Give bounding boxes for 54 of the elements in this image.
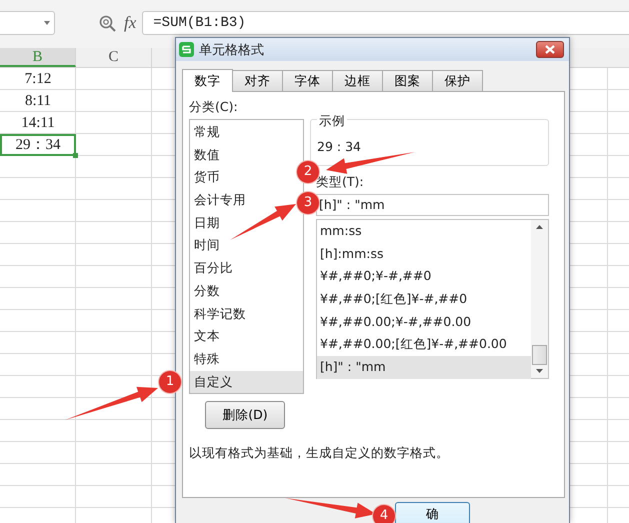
sample-label: 示例 xyxy=(317,113,347,130)
format-item[interactable]: [h]:mm:ss xyxy=(317,242,531,266)
dropdown-icon[interactable] xyxy=(44,21,50,25)
category-item[interactable]: 会计专用 xyxy=(190,189,248,212)
category-item[interactable]: 货币 xyxy=(190,166,222,190)
table-cell-text: 8:11 xyxy=(24,92,52,111)
category-item[interactable]: 文本 xyxy=(190,325,222,348)
category-item[interactable]: 分数 xyxy=(190,280,222,302)
tab[interactable]: 对齐 xyxy=(232,70,283,91)
app-logo-icon xyxy=(179,42,194,57)
close-button[interactable] xyxy=(536,41,564,58)
arrow xyxy=(230,204,296,240)
ok-button[interactable]: 确 xyxy=(395,502,470,523)
tab[interactable]: 保护 xyxy=(432,70,483,91)
close-icon[interactable] xyxy=(545,45,555,54)
description-text: 以现有格式为基础，生成自定义的数字格式。 xyxy=(189,445,450,462)
category-item[interactable]: 科学记数 xyxy=(190,302,248,326)
table-cell-text: 7:12 xyxy=(24,70,52,89)
type-label: 类型(T): xyxy=(316,174,365,190)
step-marker: 4 xyxy=(373,505,395,523)
scroll-up-icon[interactable] xyxy=(536,225,543,229)
zoom-icon[interactable] xyxy=(99,14,116,32)
table-cell: 29：34 xyxy=(0,134,76,156)
scroll-down-icon[interactable] xyxy=(536,369,543,373)
scroll-thumb[interactable] xyxy=(532,345,547,365)
category-item[interactable]: 数值 xyxy=(190,144,222,166)
table-cell-text: 14:11 xyxy=(20,114,56,133)
step-marker: 3 xyxy=(297,192,319,214)
step-marker: 1 xyxy=(159,371,181,393)
window-title: 单元格格式 xyxy=(199,42,265,58)
category-item[interactable]: 时间 xyxy=(190,234,222,258)
column-header[interactable]: C xyxy=(76,48,152,67)
format-item[interactable]: [h]" : "mm xyxy=(317,356,531,379)
category-item[interactable]: 日期 xyxy=(190,212,222,234)
format-item[interactable]: ¥#,##0;¥-#,##0 xyxy=(317,265,531,288)
format-item[interactable]: ¥#,##0;[红色]¥-#,##0 xyxy=(317,288,531,311)
tab[interactable]: 边框 xyxy=(332,70,383,91)
category-item[interactable]: 特殊 xyxy=(190,348,222,371)
type-input[interactable]: [h]" : "mm xyxy=(316,194,549,216)
category-item[interactable]: 常规 xyxy=(190,121,222,144)
delete-button[interactable]: 删除(D) xyxy=(205,401,285,429)
format-item[interactable]: ¥#,##0.00;¥-#,##0.00 xyxy=(317,310,531,334)
formula-field[interactable]: =SUM(B1:B3) xyxy=(142,11,629,35)
scrollbar[interactable] xyxy=(531,220,548,378)
category-label: 分类(C): xyxy=(189,98,239,116)
category-item[interactable]: 百分比 xyxy=(190,257,235,280)
format-item[interactable]: ¥#,##0.00;[红色]¥-#,##0.00 xyxy=(317,333,531,356)
sample-value: 29 : 34 xyxy=(317,139,361,154)
category-item[interactable]: 自定义 xyxy=(190,370,303,394)
tab[interactable]: 图案 xyxy=(382,70,433,91)
format-item[interactable]: mm:ss xyxy=(317,220,531,243)
tab[interactable]: 数字 xyxy=(182,69,233,92)
function-label[interactable]: fx xyxy=(124,13,136,33)
tab[interactable]: 字体 xyxy=(282,70,333,91)
